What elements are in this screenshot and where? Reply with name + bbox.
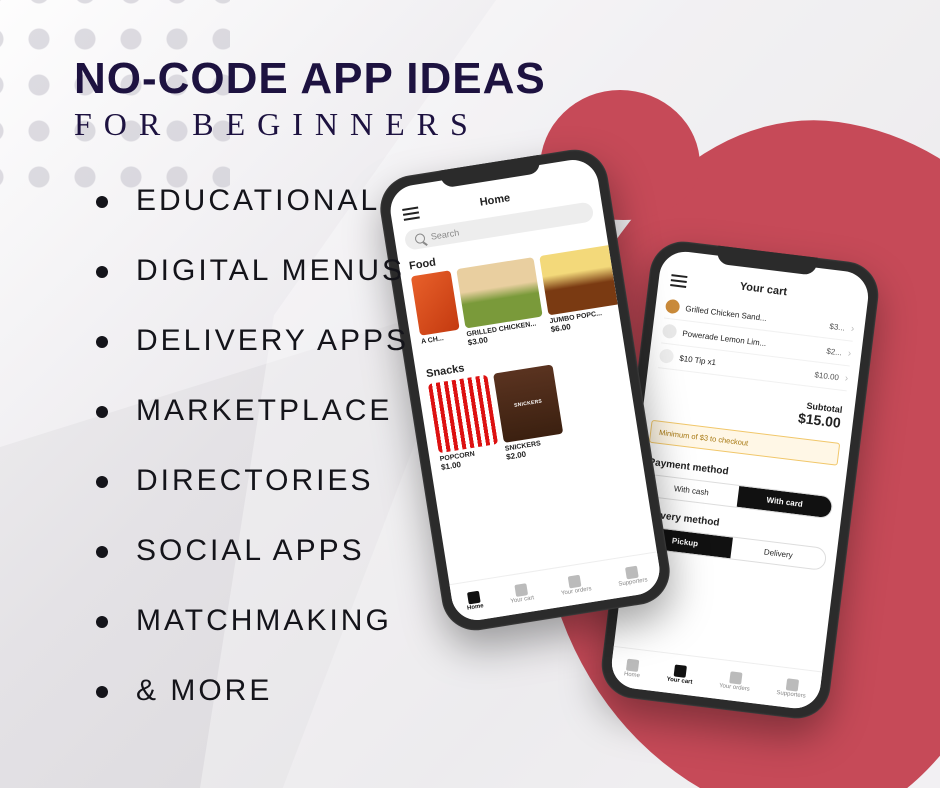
idea-item: DIGITAL MENUS <box>96 254 409 288</box>
phone-screen: Home Search Food A CH... GRILLED CHICKEN… <box>387 156 663 623</box>
snack-card[interactable]: SNICKERS $2.00 <box>493 364 566 461</box>
phone-home: Home Search Food A CH... GRILLED CHICKEN… <box>375 145 674 635</box>
food-image <box>456 257 542 328</box>
heading-block: NO-CODE APP IDEAS FOR BEGINNERS <box>74 54 546 143</box>
chevron-right-icon: › <box>844 373 849 384</box>
tab-home[interactable]: Home <box>624 658 642 679</box>
item-thumb <box>662 324 678 340</box>
tab-orders[interactable]: Your orders <box>719 670 752 693</box>
gear-icon <box>625 566 639 580</box>
tab-label: Your cart <box>510 595 534 605</box>
tab-bar: Home Your cart Your orders Supporters <box>609 646 822 711</box>
item-thumb <box>659 348 675 364</box>
phone-mockups: Your cart Grilled Chicken Sand... $3... … <box>390 160 910 760</box>
item-thumb <box>665 299 681 315</box>
tab-label: Your orders <box>719 683 750 693</box>
idea-item: & MORE <box>96 674 409 708</box>
tab-label: Supporters <box>618 577 648 588</box>
screen-title: Your cart <box>739 281 788 299</box>
orders-icon <box>729 671 742 684</box>
orders-icon <box>568 575 582 589</box>
tab-label: Home <box>467 603 484 612</box>
home-icon <box>626 659 639 672</box>
idea-item: MATCHMAKING <box>96 604 409 638</box>
page-title: NO-CODE APP IDEAS <box>74 54 546 104</box>
gear-icon <box>786 678 799 691</box>
snack-image <box>493 364 563 443</box>
spacer <box>571 186 587 189</box>
food-card[interactable]: GRILLED CHICKEN... $3.00 <box>456 257 545 347</box>
chevron-right-icon: › <box>850 323 855 334</box>
idea-list: EDUCATIONAL DIGITAL MENUS DELIVERY APPS … <box>96 184 409 744</box>
menu-icon[interactable] <box>670 274 687 288</box>
idea-item: DIRECTORIES <box>96 464 409 498</box>
cart-icon <box>674 665 687 678</box>
screen-title: Home <box>479 192 511 209</box>
tab-label: Your orders <box>561 586 592 597</box>
search-placeholder: Search <box>430 227 460 241</box>
item-price: $2... <box>826 346 843 357</box>
tab-supporters[interactable]: Supporters <box>616 564 648 587</box>
snack-card[interactable]: POPCORN $1.00 <box>428 375 501 472</box>
tab-home[interactable]: Home <box>465 590 484 611</box>
idea-item: DELIVERY APPS <box>96 324 409 358</box>
item-price: $3... <box>829 321 846 332</box>
food-card[interactable]: JUMBO POPC... $6.00 <box>539 244 621 334</box>
page-subtitle: FOR BEGINNERS <box>74 106 546 143</box>
tab-label: Home <box>624 671 641 679</box>
tab-orders[interactable]: Your orders <box>559 573 592 597</box>
idea-item: MARKETPLACE <box>96 394 409 428</box>
food-image <box>411 270 460 336</box>
tab-supporters[interactable]: Supporters <box>776 677 807 699</box>
tab-cart[interactable]: Your cart <box>666 664 694 686</box>
item-price: $10.00 <box>814 370 839 382</box>
idea-item: EDUCATIONAL <box>96 184 409 218</box>
idea-item: SOCIAL APPS <box>96 534 409 568</box>
home-icon <box>467 591 481 605</box>
food-card[interactable]: A CH... <box>411 270 463 354</box>
chevron-right-icon: › <box>847 348 852 359</box>
tab-label: Your cart <box>666 677 692 686</box>
food-image <box>539 244 621 315</box>
cart-icon <box>514 583 528 597</box>
tab-cart[interactable]: Your cart <box>508 582 534 604</box>
tab-label: Supporters <box>776 690 806 700</box>
snack-image <box>428 375 498 454</box>
search-icon <box>414 233 425 244</box>
